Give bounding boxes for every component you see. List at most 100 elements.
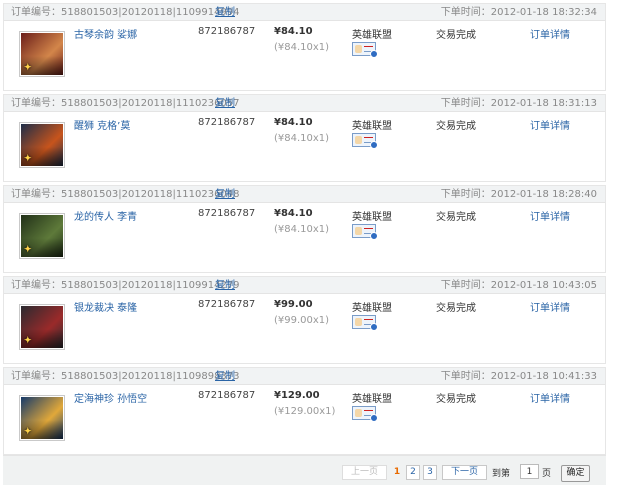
prev-page-button[interactable]: 上一页	[342, 465, 387, 480]
order-number-value: 518801503|20120118|1109914279	[61, 280, 240, 291]
price: ¥84.10	[274, 26, 313, 37]
order-detail-link[interactable]: 订单详情	[530, 117, 570, 132]
item-title-link[interactable]: 龙的传人 李青	[74, 208, 137, 223]
next-page-button[interactable]: 下一页	[442, 465, 487, 480]
order-time: 下单时间：2012-01-18 10:43:05	[441, 277, 597, 294]
copy-link[interactable]: 复制	[215, 186, 235, 203]
confirm-button[interactable]: 确定	[561, 465, 590, 482]
order-header: 订单编号：518801503|20120118|1109914994 复制 下单时间…	[4, 4, 605, 21]
order-header: 订单编号：518801503|20120118|1110236048 复制 下单时间…	[4, 186, 605, 203]
unit-price: (¥84.10x1)	[274, 224, 330, 235]
skin-thumbnail[interactable]: ✦	[19, 304, 65, 350]
order-detail-link[interactable]: 订单详情	[530, 208, 570, 223]
skin-thumbnail[interactable]: ✦	[19, 395, 65, 441]
copy-link[interactable]: 复制	[215, 95, 235, 112]
id-card-seal	[370, 414, 378, 422]
tag-mark-icon: ✦	[24, 63, 32, 73]
price: ¥129.00	[274, 390, 320, 401]
order-card: 订单编号：518801503|20120118|1109898373 复制 下单时间…	[3, 367, 606, 455]
skin-image: ✦	[21, 397, 63, 439]
order-time-value: 2012-01-18 10:43:05	[490, 280, 597, 291]
game-name: 英雄联盟	[352, 394, 392, 405]
order-number: 订单编号：518801503|20120118|1110236057	[11, 95, 240, 112]
order-status: 交易完成	[436, 394, 476, 405]
item-title-link[interactable]: 醒狮 克格’莫	[74, 117, 130, 132]
order-status: 交易完成	[436, 303, 476, 314]
id-card-seal	[370, 141, 378, 149]
copy-link[interactable]: 复制	[215, 4, 235, 21]
page-3[interactable]: 3	[423, 465, 437, 480]
order-number: 订单编号：518801503|20120118|1109898373	[11, 368, 240, 385]
item-title-link[interactable]: 银龙裁决 泰隆	[74, 299, 137, 314]
game-name: 英雄联盟	[352, 121, 392, 132]
order-card: 订单编号：518801503|20120118|1110236057 复制 下单时间…	[3, 94, 606, 182]
order-time: 下单时间：2012-01-18 10:41:33	[441, 368, 597, 385]
order-time: 下单时间：2012-01-18 18:32:34	[441, 4, 597, 21]
order-card: 订单编号：518801503|20120118|1109914994 复制 下单时间…	[3, 3, 606, 91]
price: ¥99.00	[274, 299, 313, 310]
copy-link[interactable]: 复制	[215, 277, 235, 294]
tag-mark-icon: ✦	[24, 245, 32, 255]
order-time-label: 下单时间：	[440, 98, 491, 109]
price: ¥84.10	[274, 208, 313, 219]
game-name: 英雄联盟	[352, 303, 392, 314]
tag-mark-icon: ✦	[24, 427, 32, 437]
id-card-icon[interactable]	[352, 315, 378, 331]
goto-page-input[interactable]	[520, 464, 539, 479]
skin-thumbnail[interactable]: ✦	[19, 213, 65, 259]
copy-link[interactable]: 复制	[215, 368, 235, 385]
tag-mark-icon: ✦	[24, 154, 32, 164]
order-number-value: 518801503|20120118|1110236048	[61, 189, 240, 200]
unit-price: (¥99.00x1)	[274, 315, 330, 326]
order-time-label: 下单时间：	[440, 189, 491, 200]
order-detail-link[interactable]: 订单详情	[530, 26, 570, 41]
order-card: 订单编号：518801503|20120118|1109914279 复制 下单时间…	[3, 276, 606, 364]
id-card-icon[interactable]	[352, 406, 378, 422]
unit-price: (¥84.10x1)	[274, 42, 330, 53]
order-time-value: 2012-01-18 18:31:13	[490, 98, 597, 109]
order-number-value: 518801503|20120118|1110236057	[61, 98, 240, 109]
order-detail-link[interactable]: 订单详情	[530, 299, 570, 314]
order-status: 交易完成	[436, 30, 476, 41]
id-card-face	[355, 409, 362, 417]
order-header: 订单编号：518801503|20120118|1109914279 复制 下单时间…	[4, 277, 605, 294]
page-2[interactable]: 2	[406, 465, 420, 480]
item-title-link[interactable]: 定海神珍 孙悟空	[74, 390, 147, 405]
order-time: 下单时间：2012-01-18 18:28:40	[441, 186, 597, 203]
order-detail-link[interactable]: 订单详情	[530, 390, 570, 405]
order-number-label: 订单编号：	[11, 280, 61, 291]
order-number-label: 订单编号：	[11, 7, 61, 18]
id-card-face	[355, 227, 362, 235]
id-card-face	[355, 45, 362, 53]
order-header: 订单编号：518801503|20120118|1110236057 复制 下单时间…	[4, 95, 605, 112]
game-name: 英雄联盟	[352, 212, 392, 223]
id-card-face	[355, 318, 362, 326]
id-card-icon[interactable]	[352, 42, 378, 58]
id-card-seal	[370, 50, 378, 58]
order-status: 交易完成	[436, 212, 476, 223]
skin-image: ✦	[21, 215, 63, 257]
order-time-label: 下单时间：	[440, 7, 491, 18]
order-number: 订单编号：518801503|20120118|1110236048	[11, 186, 240, 203]
goto-suffix: 页	[542, 469, 552, 479]
account-number: 872186787	[198, 208, 256, 219]
account-number: 872186787	[198, 299, 256, 310]
order-number-label: 订单编号：	[11, 371, 61, 382]
id-card-seal	[370, 323, 378, 331]
goto-prefix: 到第	[492, 469, 511, 479]
pagination: 上一页 1 2 3 下一页 到第 页 确定	[3, 455, 606, 485]
game-name: 英雄联盟	[352, 30, 392, 41]
skin-thumbnail[interactable]: ✦	[19, 122, 65, 168]
skin-image: ✦	[21, 33, 63, 75]
tag-mark-icon: ✦	[24, 336, 32, 346]
skin-thumbnail[interactable]: ✦	[19, 31, 65, 77]
id-card-face	[355, 136, 362, 144]
order-status: 交易完成	[436, 121, 476, 132]
item-title-link[interactable]: 古琴余韵 娑娜	[74, 26, 137, 41]
order-header: 订单编号：518801503|20120118|1109898373 复制 下单时间…	[4, 368, 605, 385]
id-card-icon[interactable]	[352, 133, 378, 149]
order-number-label: 订单编号：	[11, 189, 61, 200]
page-1[interactable]: 1	[390, 465, 404, 480]
id-card-icon[interactable]	[352, 224, 378, 240]
order-number-value: 518801503|20120118|1109898373	[61, 371, 240, 382]
